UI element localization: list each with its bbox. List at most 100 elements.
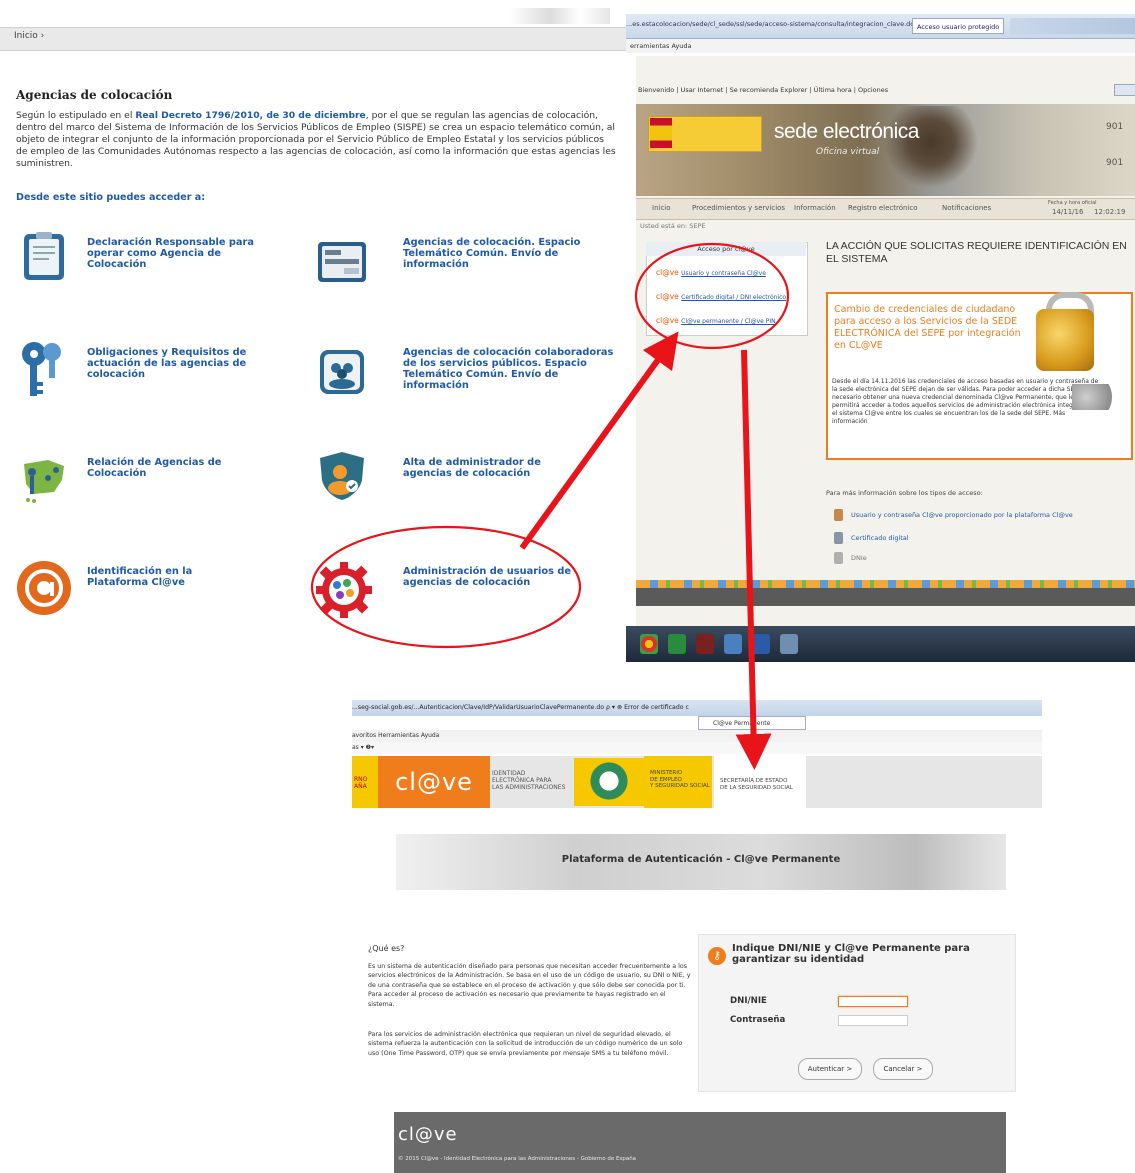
footer-decoration — [636, 580, 1135, 588]
ministerio-line: Y SEGURIDAD SOCIAL — [650, 783, 710, 789]
access-option-label[interactable]: Certificado digital / DNI electrónico — [681, 294, 786, 301]
browser-icon[interactable] — [780, 634, 798, 654]
sede-logo-subtitle: Oficina virtual — [816, 147, 880, 157]
other-tabs[interactable] — [1010, 18, 1135, 34]
identidad-line: IDENTIDAD — [492, 770, 526, 777]
tipo-certificado-link[interactable]: Certificado digital — [834, 532, 909, 544]
gobierno-logo: RNO AÑA — [352, 756, 378, 808]
chrome-icon[interactable] — [640, 634, 658, 654]
user-icon — [834, 509, 843, 521]
notice-body: Desde el día 14.11.2016 las credenciales… — [832, 378, 1099, 425]
url-text[interactable]: ...seg-social.gob.es/...Autenticacion/Cl… — [352, 704, 689, 711]
sede-logo-text: sede electrónica — [774, 120, 919, 143]
sede-footer — [636, 588, 1135, 606]
sede-breadcrumb[interactable]: Usted está en: SEPE — [640, 222, 706, 230]
nav-inicio[interactable]: Inicio — [652, 204, 671, 212]
access-option-label[interactable]: Cl@ve permanente / Cl@ve PIN — [681, 318, 775, 325]
cancelar-button[interactable]: Cancelar > — [873, 1058, 933, 1080]
gobierno-text: RNO AÑA — [354, 776, 368, 790]
access-box-header: Acceso por cl@ve — [646, 242, 806, 256]
tipo-label[interactable]: Certificado digital — [851, 534, 909, 542]
explorer-icon[interactable] — [724, 634, 742, 654]
dnie-icon — [834, 552, 843, 564]
word-icon[interactable] — [752, 634, 770, 654]
menu-bar[interactable]: avoritos Herramientas Ayuda — [352, 730, 1042, 742]
people-icon — [320, 350, 364, 394]
identidad-line: ELECTRÓNICA PARA — [492, 777, 552, 784]
tile-relacion-label[interactable]: Relación de Agencias de Colocación — [87, 457, 237, 479]
tile-declaracion[interactable] — [18, 230, 70, 286]
breadcrumb[interactable]: Inicio › — [14, 31, 44, 41]
access-option-certificado[interactable]: cl@ve Certificado digital / DNI electrón… — [656, 292, 786, 301]
toolbar[interactable]: as ▾ ❷▾ — [352, 742, 1042, 754]
tile-identificacion-clave-label[interactable]: Identificación en la Plataforma Cl@ve — [87, 566, 237, 588]
tile-alta-admin[interactable] — [316, 450, 368, 506]
page-title: Agencias de colocación — [16, 88, 173, 102]
clave-mark: cl@ve — [656, 292, 679, 301]
tile-identificacion-clave[interactable] — [16, 560, 72, 620]
tipo-usuario-link[interactable]: Usuario y contraseña Cl@ve proporcionado… — [834, 509, 1073, 521]
login-heading: Indique DNI/NIE y Cl@ve Permanente para … — [732, 943, 970, 965]
browser-tab[interactable]: Acceso usuario protegido — [912, 18, 1004, 34]
access-option-label[interactable]: Usuario y contraseña Cl@ve — [681, 270, 766, 277]
clave-icon — [17, 561, 71, 615]
secretaria-line: DE LA SEGURIDAD SOCIAL — [720, 784, 793, 791]
tile-admin-usuarios[interactable] — [314, 560, 374, 624]
phone-number-2: 901 — [1106, 158, 1124, 168]
tile-alta-admin-label[interactable]: Alta de administrador de agencias de col… — [403, 457, 583, 479]
platform-title: Plataforma de Autenticación - Cl@ve Perm… — [561, 854, 841, 865]
password-label: Contraseña — [730, 1015, 786, 1025]
tile-admin-usuarios-label[interactable]: Administración de usuarios de agencias d… — [403, 566, 573, 588]
access-option-usuario[interactable]: cl@ve Usuario y contraseña Cl@ve — [656, 268, 766, 277]
spain-map-icon — [24, 460, 64, 503]
clave-mark: cl@ve — [656, 268, 679, 277]
sede-nav: Inicio Procedimientos y servicios Inform… — [636, 198, 1135, 220]
keys-icon — [1072, 384, 1120, 410]
form-icon — [318, 242, 366, 282]
header-links[interactable]: Bienvenido | Usar Internet | Se recomien… — [638, 86, 888, 94]
date-label: Fecha y hora oficial — [1048, 200, 1097, 206]
header-decoration — [510, 8, 610, 24]
spain-flag-icon — [650, 118, 672, 148]
tile-espacio-telematico[interactable] — [316, 236, 368, 292]
key-icon: ⚷ — [708, 947, 726, 965]
browser-tab[interactable]: Cl@ve Permanente — [698, 716, 806, 730]
dni-label: DNI/NIE — [730, 996, 767, 1006]
nav-registro[interactable]: Registro electrónico — [848, 204, 918, 212]
autenticar-button[interactable]: Autenticar > — [798, 1058, 862, 1080]
search-icon[interactable] — [1114, 84, 1135, 96]
excel-icon[interactable] — [668, 634, 686, 654]
nav-notificaciones[interactable]: Notificaciones — [942, 204, 991, 212]
sello-icon — [584, 762, 634, 800]
nav-informacion[interactable]: Información — [794, 204, 836, 212]
tile-espacio-telematico-label[interactable]: Agencias de colocación. Espacio Telemáti… — [403, 237, 603, 270]
dni-input[interactable] — [838, 996, 908, 1007]
tile-obligaciones[interactable] — [18, 340, 70, 404]
app-icon[interactable] — [696, 634, 714, 654]
footer-text: © 2015 Cl@ve - Identidad Electrónica par… — [398, 1156, 637, 1162]
tile-obligaciones-label[interactable]: Obligaciones y Requisitos de actuación d… — [87, 347, 262, 380]
tile-relacion[interactable] — [18, 452, 70, 508]
password-input[interactable] — [838, 1015, 908, 1026]
real-decreto-link[interactable]: Real Decreto 1796/2010, de 30 de diciemb… — [135, 110, 365, 121]
keys-icon — [22, 342, 61, 396]
time-value: 12:02:19 — [1094, 208, 1126, 216]
tipo-label[interactable]: DNIe — [851, 554, 867, 562]
url-text[interactable]: ...es.estacolocacion/sede/cl_sede/ssl/se… — [626, 20, 942, 28]
footer-logo: cl@ve — [398, 1124, 458, 1145]
phone-number-1: 901 — [1106, 122, 1124, 132]
clipboard-icon — [24, 232, 64, 280]
access-option-permanente[interactable]: cl@ve Cl@ve permanente / Cl@ve PIN — [656, 316, 776, 325]
tile-declaracion-label[interactable]: Declaración Responsable para operar como… — [87, 237, 267, 270]
certificate-icon — [834, 532, 843, 544]
tipos-acceso-text: Para más información sobre los tipos de … — [826, 489, 983, 497]
tile-colaboradoras[interactable] — [316, 346, 368, 402]
menu-bar[interactable]: erramientas Ayuda — [626, 39, 1135, 53]
tipo-dnie-link[interactable]: DNIe — [834, 552, 867, 564]
intro-text: Según lo estipulado en el Real Decreto 1… — [16, 110, 618, 170]
tile-colaboradoras-label[interactable]: Agencias de colocación colaboradoras de … — [403, 347, 618, 391]
tipo-label[interactable]: Usuario y contraseña Cl@ve proporcionado… — [851, 511, 1073, 519]
nav-procedimientos[interactable]: Procedimientos y servicios — [692, 204, 785, 212]
identification-heading: LA ACCIÓN QUE SOLICITAS REQUIERE IDENTIF… — [826, 240, 1127, 265]
identidad-text: IDENTIDAD ELECTRÓNICA PARA LAS ADMINISTR… — [492, 770, 565, 791]
